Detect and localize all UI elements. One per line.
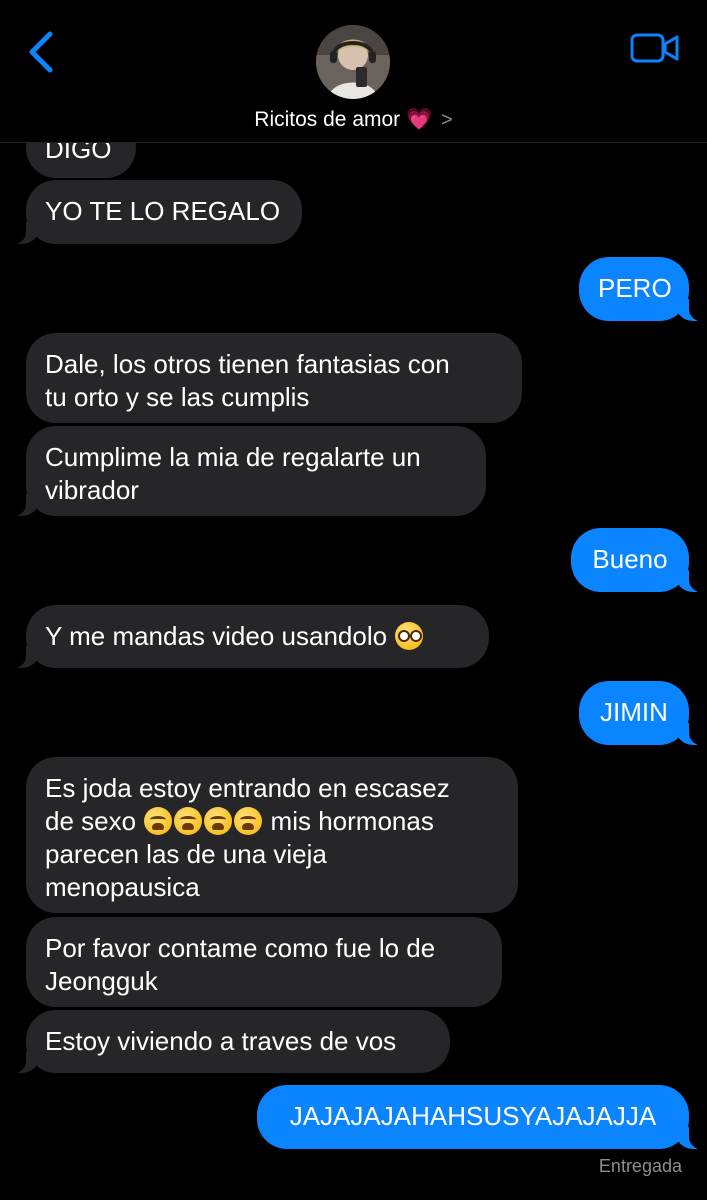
- message-bubble-incoming[interactable]: YO TE LO REGALO: [14, 180, 302, 244]
- message-list[interactable]: DIGO YO TE LO REGALO PERO Dale, los otro…: [0, 0, 707, 1200]
- video-camera-icon: [630, 33, 679, 63]
- message-text: Y me mandas video usandolo: [45, 621, 388, 651]
- video-call-button[interactable]: [630, 32, 680, 64]
- message-text: Bueno: [592, 544, 668, 574]
- message-text-line: Dale, los otros tienen fantasias con: [45, 349, 450, 379]
- loudly-crying-face-icon: [234, 807, 263, 835]
- message-text: JAJAJAJAHAHSUSYAJAJAJJA: [289, 1101, 657, 1131]
- message-text-line: Es joda estoy entrando en escasez: [45, 773, 450, 803]
- message-text-line: Por favor contame como fue lo de: [45, 933, 436, 963]
- message-text-line: parecen las de una vieja: [45, 839, 327, 869]
- pink-heart-icon: 💗: [406, 108, 433, 131]
- contact-name-button[interactable]: Ricitos de amor 💗 >: [0, 108, 707, 132]
- message-text: de sexo: [45, 806, 137, 836]
- conversation-header: Ricitos de amor 💗 >: [0, 0, 707, 143]
- nerd-face-icon: [395, 622, 424, 650]
- chevron-left-icon: [29, 31, 53, 73]
- message-bubble-outgoing[interactable]: JAJAJAJAHAHSUSYAJAJAJJA: [257, 1085, 701, 1149]
- delivery-status: Entregada: [598, 1156, 682, 1176]
- message-bubble-incoming[interactable]: Y me mandas video usandolo: [14, 605, 489, 668]
- loudly-crying-face-icon: [204, 807, 233, 835]
- message-bubble-outgoing[interactable]: Bueno: [571, 528, 701, 592]
- message-bubble-incoming[interactable]: Estoy viviendo a traves de vos: [14, 1010, 450, 1073]
- chevron-right-icon: >: [441, 109, 453, 131]
- message-text-line: Cumplime la mia de regalarte un: [45, 442, 421, 472]
- message-text-line: Jeongguk: [45, 966, 158, 996]
- message-text: JIMIN: [600, 697, 668, 727]
- message-text: Estoy viviendo a traves de vos: [45, 1026, 397, 1056]
- contact-name: Ricitos de amor: [254, 108, 401, 131]
- message-bubble-outgoing[interactable]: JIMIN: [579, 681, 701, 745]
- back-button[interactable]: [22, 30, 62, 74]
- message-text-line: tu orto y se las cumplis: [45, 382, 310, 412]
- message-text-line-with-emoji: de sexo mis hormonas: [45, 805, 499, 838]
- message-bubble-incoming[interactable]: Por favor contame como fue lo de Jeonggu…: [26, 917, 502, 1007]
- message-text: YO TE LO REGALO: [45, 196, 281, 226]
- message-text: mis hormonas: [270, 806, 434, 836]
- message-bubble-incoming[interactable]: Es joda estoy entrando en escasez de sex…: [26, 757, 518, 913]
- loudly-crying-face-icon: [144, 807, 173, 835]
- message-text: PERO: [598, 273, 672, 303]
- loudly-crying-face-icon: [174, 807, 203, 835]
- message-text-line: menopausica: [45, 872, 200, 902]
- contact-avatar[interactable]: [316, 25, 390, 99]
- message-bubble-incoming[interactable]: Dale, los otros tienen fantasias con tu …: [26, 333, 522, 423]
- message-bubble-outgoing[interactable]: PERO: [579, 257, 701, 321]
- message-bubble-incoming[interactable]: Cumplime la mia de regalarte un vibrador: [14, 426, 486, 516]
- avatar-photo: [316, 25, 390, 99]
- message-text-line: vibrador: [45, 475, 139, 505]
